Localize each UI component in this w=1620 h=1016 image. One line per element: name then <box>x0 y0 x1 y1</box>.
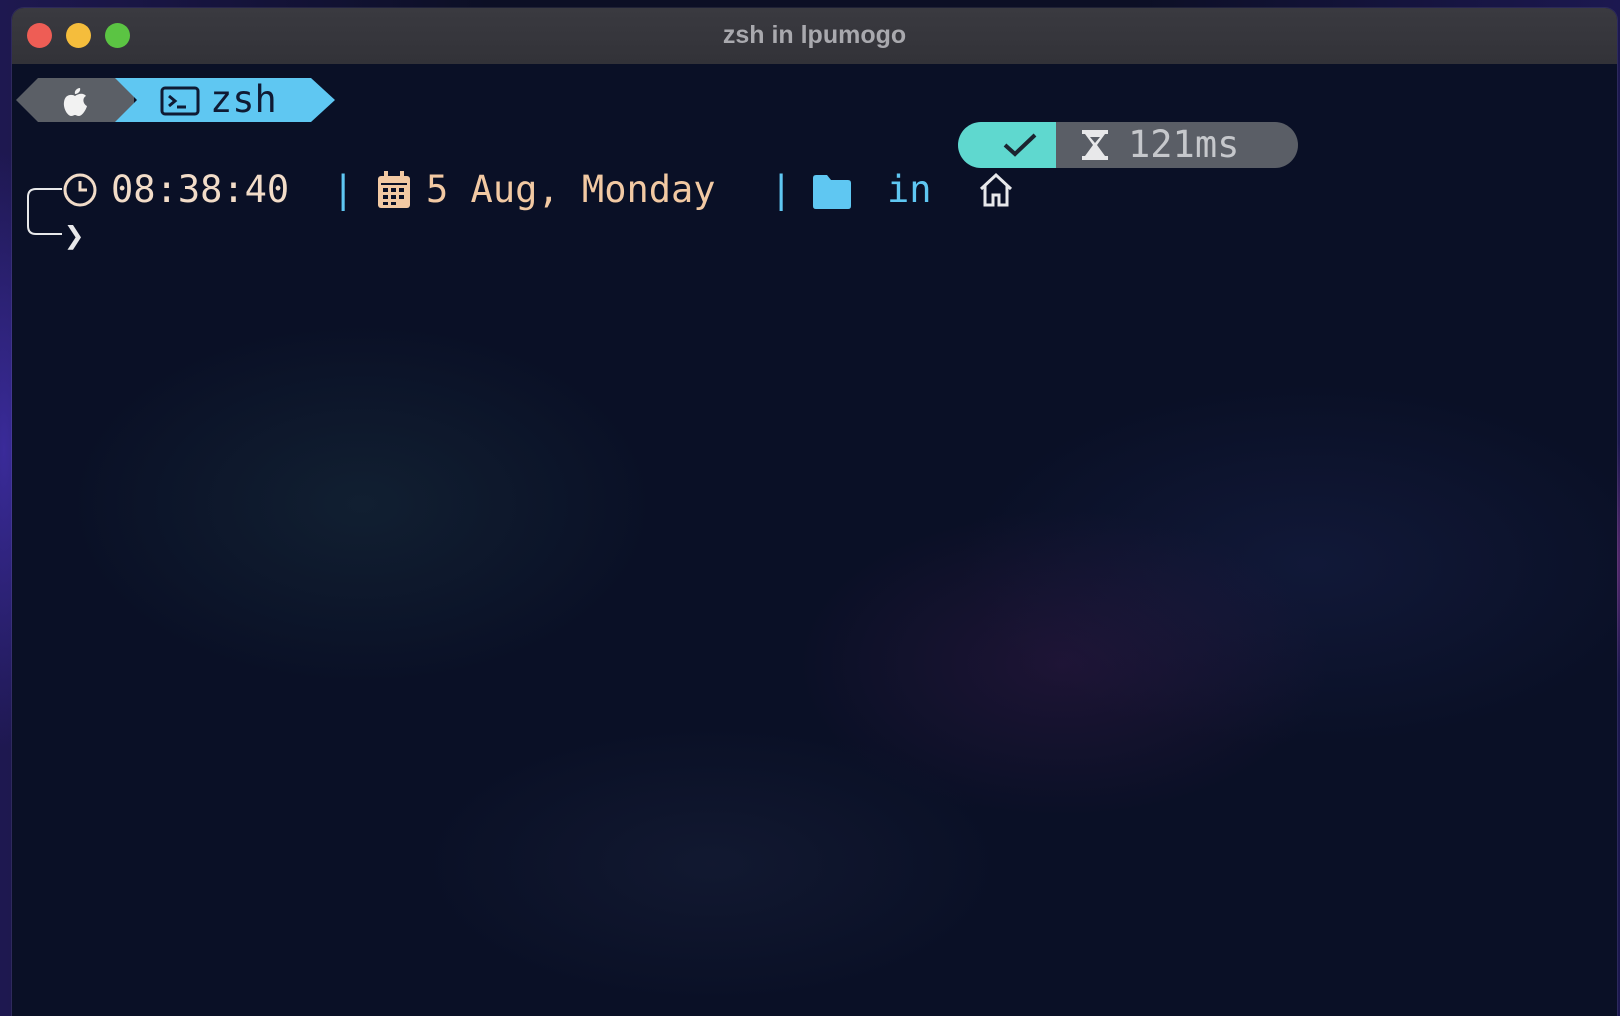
prompt-chevron: ❯ <box>64 216 85 256</box>
desktop-background: zsh in lpumogo zsh 121ms 08:38:40 | 5 Au… <box>0 0 1620 1016</box>
apple-icon <box>63 88 87 116</box>
home-icon <box>979 172 1013 207</box>
terminal-icon <box>160 86 200 116</box>
shell-name: zsh <box>210 78 277 121</box>
folder-icon <box>813 175 851 209</box>
prompt-date: 5 Aug, Monday <box>426 168 716 211</box>
title-bar[interactable]: zsh in lpumogo <box>12 8 1617 65</box>
hourglass-icon <box>1082 130 1108 160</box>
duration-segment: 121ms <box>1056 122 1298 168</box>
separator: | <box>332 168 355 211</box>
in-label: in <box>887 168 932 211</box>
prompt-time: 08:38:40 <box>111 168 290 211</box>
separator: | <box>770 168 793 211</box>
window-title: zsh in lpumogo <box>722 21 907 49</box>
terminal-content[interactable]: zsh 121ms 08:38:40 | 5 Aug, Monday | in … <box>12 64 1617 1016</box>
terminal-window: zsh in lpumogo zsh 121ms 08:38:40 | 5 Au… <box>12 8 1617 1016</box>
exit-status-segment <box>958 122 1056 168</box>
clock-icon <box>63 173 97 207</box>
calendar-icon <box>378 171 410 208</box>
check-icon <box>1003 133 1037 157</box>
duration-text: 121ms <box>1128 123 1240 166</box>
